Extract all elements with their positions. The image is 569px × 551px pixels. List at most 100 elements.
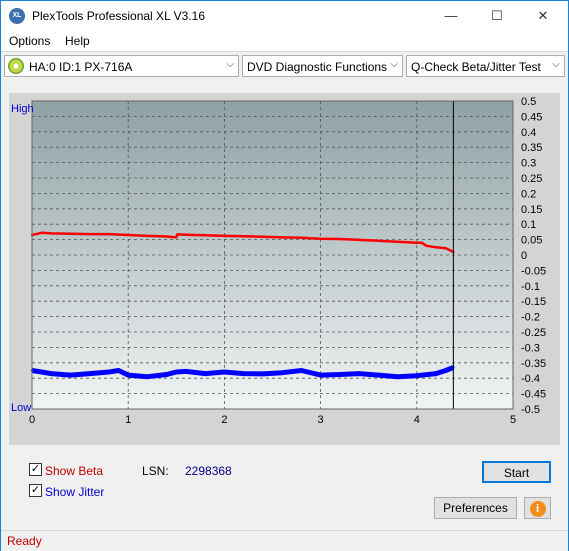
y-tick-label: 0.45 bbox=[521, 111, 542, 123]
data-point-jitter bbox=[175, 370, 178, 374]
data-point-jitter bbox=[117, 369, 120, 372]
y-tick-label: 0.3 bbox=[521, 158, 536, 170]
x-tick-label: 5 bbox=[510, 414, 516, 426]
data-point-beta bbox=[444, 247, 447, 250]
menu-options[interactable]: Options bbox=[9, 34, 50, 48]
plextools-xl-icon: XL bbox=[9, 8, 25, 24]
maximize-button[interactable]: ☐ bbox=[474, 1, 520, 31]
y-left-low-label: Low bbox=[11, 402, 31, 414]
y-tick-label: 0.2 bbox=[521, 188, 536, 200]
data-point-jitter bbox=[127, 373, 130, 377]
data-point-beta bbox=[434, 246, 438, 249]
minimize-button[interactable]: — bbox=[428, 1, 474, 31]
data-point-jitter bbox=[184, 370, 188, 373]
y-tick-label: 0 bbox=[521, 250, 527, 262]
show-jitter-label[interactable]: Show Jitter bbox=[45, 485, 104, 499]
status-bar: Ready bbox=[1, 530, 568, 551]
show-jitter-checkbox[interactable]: ✓ bbox=[29, 484, 42, 497]
data-point-beta bbox=[127, 233, 130, 237]
data-point-beta bbox=[69, 232, 72, 235]
data-point-jitter bbox=[444, 369, 447, 372]
data-point-beta bbox=[261, 235, 265, 239]
close-button[interactable]: ✕ bbox=[520, 1, 566, 31]
y-tick-label: -0.15 bbox=[521, 296, 546, 308]
data-point-jitter bbox=[434, 372, 438, 375]
chevron-down-icon: ⌵ bbox=[390, 59, 398, 70]
disc-drive-icon bbox=[8, 58, 24, 74]
y-tick-label: 0.05 bbox=[521, 235, 542, 247]
data-point-jitter bbox=[300, 369, 303, 372]
chart-panel: High Low 0 1 2 3 4 5 0.5 0.45 0.4 0.35 0.3 0.25 0.2… bbox=[9, 93, 560, 445]
data-point-beta bbox=[357, 238, 361, 242]
y-axis-ticks: 0.5 0.45 0.4 0.35 0.3 0.25 0.2 0.15 0.1 0.05 0 -0.0… bbox=[521, 96, 546, 416]
data-point-jitter bbox=[377, 373, 380, 377]
show-beta-checkbox[interactable]: ✓ bbox=[29, 463, 42, 476]
data-point-jitter bbox=[40, 370, 43, 374]
y-tick-label: 0.25 bbox=[521, 173, 542, 185]
y-tick-label: -0.1 bbox=[521, 281, 540, 293]
data-point-beta bbox=[420, 241, 423, 244]
data-point-beta bbox=[425, 244, 428, 247]
function-select[interactable]: DVD Diagnostic Functions ⌵ bbox=[242, 55, 403, 77]
data-point-jitter bbox=[319, 373, 322, 377]
data-point-beta bbox=[415, 241, 418, 244]
function-select-value: DVD Diagnostic Functions bbox=[247, 60, 388, 74]
data-point-beta bbox=[280, 236, 284, 239]
y-tick-label: 0.35 bbox=[521, 142, 542, 154]
test-select[interactable]: Q-Check Beta/Jitter Test ⌵ bbox=[406, 55, 565, 77]
data-point-beta bbox=[396, 240, 399, 243]
info-icon: i bbox=[529, 501, 546, 517]
data-point-beta bbox=[50, 232, 53, 235]
main-window: XL PlexTools Professional XL V3.16 — ☐ ✕… bbox=[0, 0, 569, 551]
data-point-beta bbox=[319, 237, 322, 240]
test-select-value: Q-Check Beta/Jitter Test bbox=[411, 60, 541, 74]
data-point-beta bbox=[176, 233, 179, 236]
data-point-beta bbox=[175, 236, 178, 239]
y-tick-label: 0.4 bbox=[521, 127, 536, 139]
x-tick-label: 3 bbox=[318, 414, 324, 426]
grid-lines bbox=[32, 101, 513, 409]
x-tick-label: 2 bbox=[221, 414, 227, 426]
data-point-beta bbox=[377, 239, 380, 243]
preferences-button[interactable]: Preferences bbox=[434, 497, 517, 519]
menu-help[interactable]: Help bbox=[65, 34, 90, 48]
y-tick-label: -0.35 bbox=[521, 358, 546, 370]
data-point-jitter bbox=[242, 372, 245, 375]
data-point-jitter bbox=[50, 372, 53, 375]
x-tick-label: 1 bbox=[125, 414, 131, 426]
beta-jitter-chart: High Low 0 1 2 3 4 5 0.5 0.45 0.4 0.35 0.3 0.25 0.2… bbox=[11, 96, 546, 426]
data-point-beta bbox=[338, 237, 342, 241]
start-button[interactable]: Start bbox=[482, 461, 551, 483]
show-beta-label[interactable]: Show Beta bbox=[45, 464, 103, 478]
data-point-beta bbox=[242, 235, 245, 238]
y-tick-label: -0.4 bbox=[521, 373, 540, 385]
drive-select-value: HA:0 ID:1 PX-716A bbox=[29, 60, 133, 74]
y-tick-label: -0.2 bbox=[521, 312, 540, 324]
data-point-beta bbox=[184, 233, 188, 236]
data-point-jitter bbox=[146, 375, 149, 378]
drive-select[interactable]: HA:0 ID:1 PX-716A ⌵ bbox=[4, 55, 239, 77]
lsn-value: 2298368 bbox=[185, 464, 232, 478]
data-point-beta bbox=[165, 235, 168, 238]
menu-bar: Options Help bbox=[1, 31, 568, 51]
y-tick-label: -0.25 bbox=[521, 327, 546, 339]
x-axis-ticks: 0 1 2 3 4 5 bbox=[29, 414, 516, 426]
data-point-beta bbox=[223, 234, 226, 238]
data-point-beta bbox=[40, 231, 43, 235]
chevron-down-icon: ⌵ bbox=[552, 59, 560, 70]
title-bar[interactable]: XL PlexTools Professional XL V3.16 — ☐ ✕ bbox=[1, 1, 568, 31]
data-point-jitter bbox=[203, 372, 207, 375]
y-tick-label: -0.3 bbox=[521, 342, 540, 354]
data-point-jitter bbox=[415, 374, 418, 377]
y-left-high-label: High bbox=[11, 103, 34, 115]
toolbar: HA:0 ID:1 PX-716A ⌵ DVD Diagnostic Funct… bbox=[1, 51, 568, 82]
x-tick-label: 4 bbox=[414, 414, 420, 426]
data-point-beta bbox=[88, 232, 91, 236]
data-point-jitter bbox=[165, 373, 168, 376]
y-tick-label: 0.15 bbox=[521, 204, 542, 216]
info-button[interactable]: i bbox=[524, 497, 551, 519]
data-point-jitter bbox=[69, 373, 72, 377]
data-point-beta bbox=[203, 234, 207, 237]
data-point-jitter bbox=[223, 370, 226, 374]
data-point-jitter bbox=[261, 372, 265, 376]
